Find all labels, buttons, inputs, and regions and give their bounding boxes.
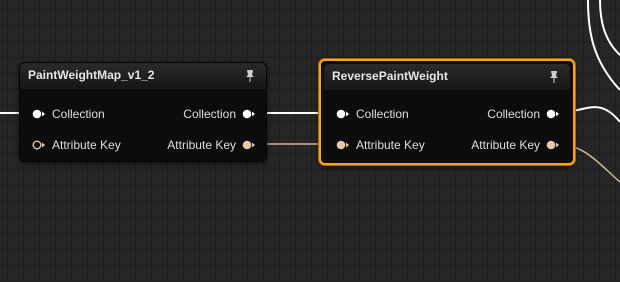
input-label-attribute-key: Attribute Key [52,138,121,152]
output-label-attribute-key: Attribute Key [471,138,540,152]
output-pin-attribute-key[interactable] [242,140,256,150]
input-label-collection: Collection [52,107,105,121]
pin-row-attribute-key: Attribute Key Attribute Key [321,135,573,155]
node-reversepaintweight[interactable]: ReversePaintWeight Collection Collection… [319,59,575,165]
pin-row-collection: Collection Collection [321,104,573,124]
output-label-collection: Collection [487,107,540,121]
pushpin-icon[interactable] [548,70,560,84]
pin-row-attribute-key: Attribute Key Attribute Key [20,135,266,155]
input-pin-collection[interactable] [32,109,46,119]
input-pin-collection[interactable] [336,109,350,119]
input-label-attribute-key: Attribute Key [356,138,425,152]
input-label-collection: Collection [356,107,409,121]
output-label-attribute-key: Attribute Key [167,138,236,152]
output-pin-attribute-key[interactable] [546,140,560,150]
pin-row-collection: Collection Collection [20,104,266,124]
output-label-collection: Collection [183,107,236,121]
node-header[interactable]: PaintWeightMap_v1_2 [20,63,266,89]
input-pin-attribute-key[interactable] [336,140,350,150]
pushpin-icon[interactable] [244,69,256,83]
input-pin-attribute-key[interactable] [32,140,46,150]
output-pin-collection[interactable] [242,109,256,119]
collection-wire-upstream-c[interactable] [599,0,620,56]
node-paintweightmap[interactable]: PaintWeightMap_v1_2 Collection Collectio… [19,62,267,162]
node-title: ReversePaintWeight [332,69,448,83]
node-title: PaintWeightMap_v1_2 [28,68,155,82]
collection-wire-upstream-b[interactable] [587,0,620,91]
node-header[interactable]: ReversePaintWeight [324,64,570,90]
output-pin-collection[interactable] [546,109,560,119]
